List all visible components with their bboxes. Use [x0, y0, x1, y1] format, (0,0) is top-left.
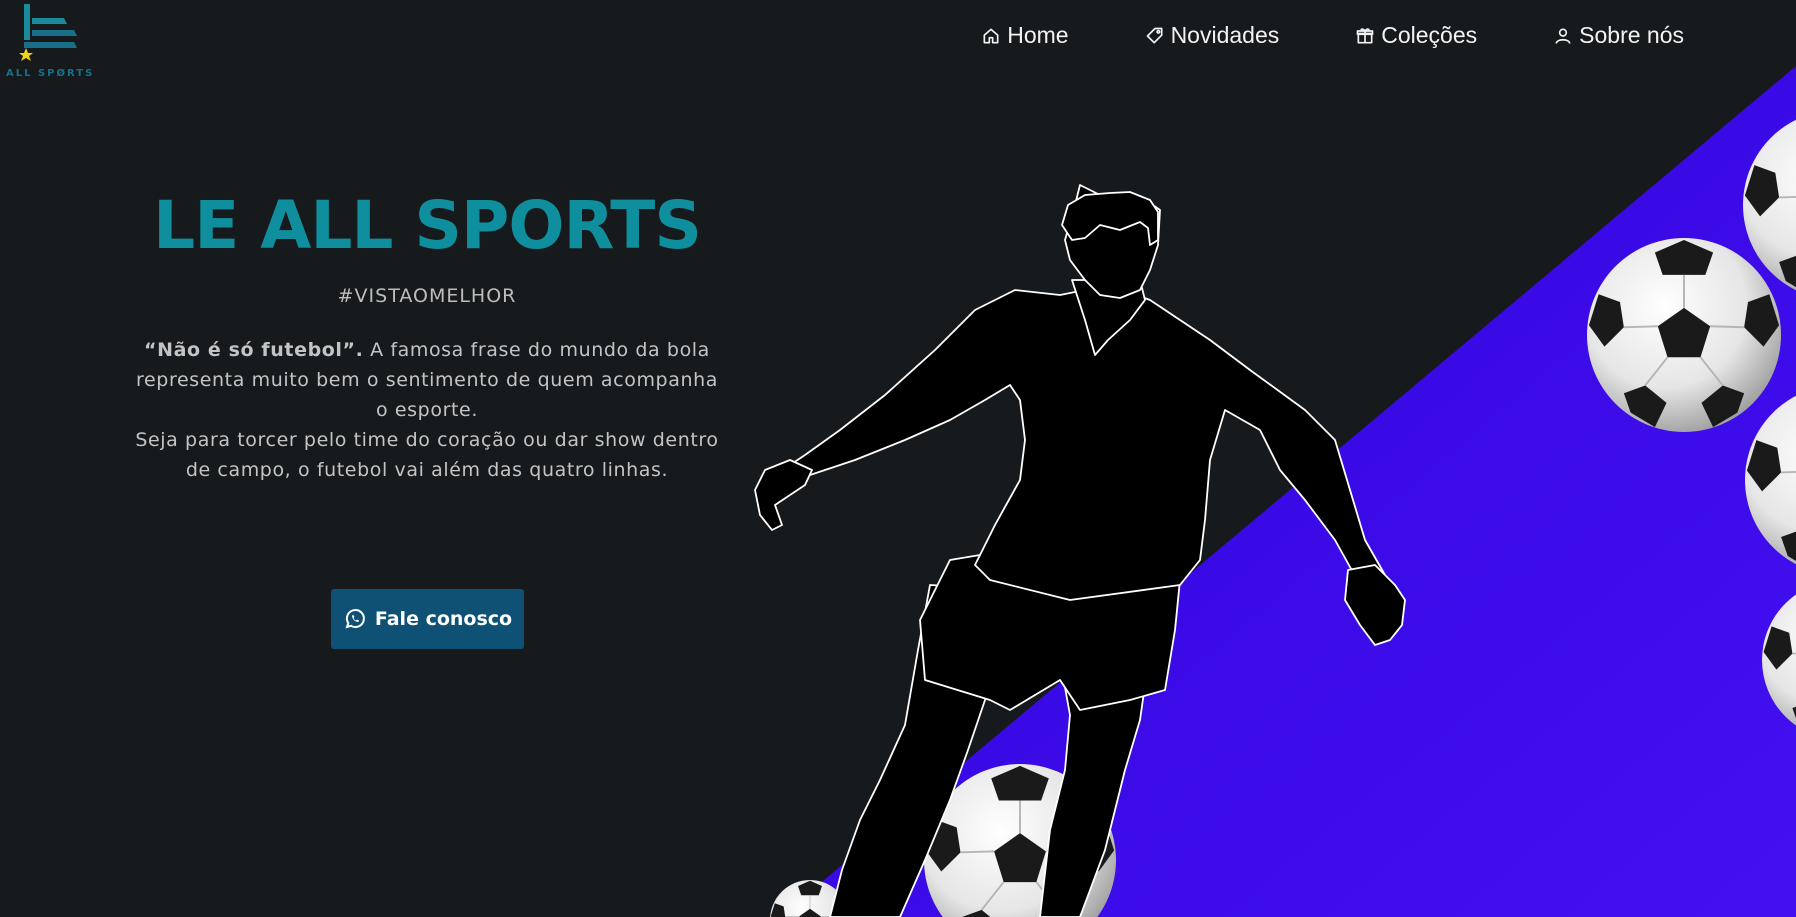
hero-tagline: #VISTAOMELHOR: [337, 284, 517, 307]
hero-content: LE ALL SPORTS #VISTAOMELHOR “Não é só fu…: [130, 187, 724, 485]
soccer-ball: [1586, 237, 1782, 433]
nav-home-label: Home: [1007, 22, 1069, 48]
logo-text: ALL SPØRTS: [6, 68, 95, 79]
gift-icon: [1356, 27, 1374, 43]
nav-novidades[interactable]: Novidades: [1145, 22, 1280, 49]
hero-quote: “Não é só futebol”.: [144, 338, 364, 361]
user-icon: [1555, 27, 1571, 44]
hero-title: LE ALL SPORTS: [153, 187, 702, 264]
nav-sobre-nos[interactable]: Sobre nós: [1553, 22, 1684, 49]
contact-button-label: Fale conosco: [374, 608, 513, 630]
soccer-ball: [1744, 384, 1796, 576]
hero-description: “Não é só futebol”. A famosa frase do mu…: [130, 335, 724, 485]
tag-icon: [1146, 27, 1163, 44]
nav-novidades-label: Novidades: [1170, 22, 1280, 48]
soccer-ball: [1761, 579, 1796, 741]
page: ALL SPØRTS Home Novidades Coleções Sobre…: [0, 0, 1796, 917]
nav-colecoes[interactable]: Coleções: [1355, 22, 1477, 49]
hero-description-line-2: Seja para torcer pelo time do coração ou…: [135, 428, 719, 481]
whatsapp-icon: [345, 609, 365, 629]
contact-button[interactable]: Fale conosco: [331, 589, 524, 649]
main-nav: Home Novidades Coleções Sobre nós: [981, 22, 1684, 49]
nav-colecoes-label: Coleções: [1381, 22, 1478, 48]
site-header: ALL SPØRTS Home Novidades Coleções Sobre…: [0, 0, 1796, 80]
home-icon: [983, 28, 999, 44]
brand-logo[interactable]: ALL SPØRTS: [4, 4, 100, 80]
nav-sobre-nos-label: Sobre nós: [1579, 22, 1684, 48]
player-silhouette: [754, 184, 1406, 917]
nav-home[interactable]: Home: [981, 22, 1069, 49]
